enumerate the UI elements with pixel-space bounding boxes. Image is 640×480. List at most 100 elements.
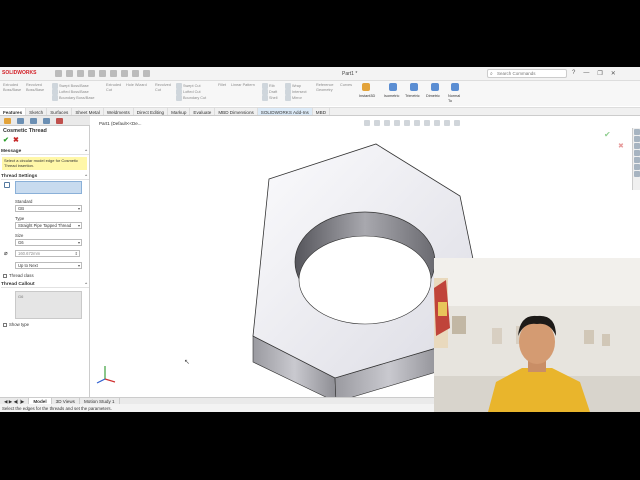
help-button[interactable]: ? — [572, 70, 575, 77]
checkbox[interactable] — [3, 273, 7, 278]
trimetric-view-button[interactable]: Trimetric — [405, 94, 420, 99]
mouse-cursor-icon: ↖ — [184, 359, 190, 366]
dimetric-view-button[interactable]: Dimetric — [426, 94, 440, 99]
document-title: Part1 * — [342, 71, 358, 77]
revolved-cut-button[interactable]: Revolved Cut — [155, 83, 171, 92]
diameter-field[interactable]: 160.672mm ⇕ — [15, 250, 80, 257]
extruded-cut-button[interactable]: Extruded Cut — [106, 83, 121, 92]
chevron-up-icon: ⌃ — [84, 282, 88, 287]
dimetric-icon — [431, 83, 439, 91]
appearances-icon[interactable] — [634, 157, 640, 163]
search-commands-input[interactable]: ⌕ Search Commands — [487, 69, 567, 78]
rebuild-icon[interactable] — [132, 70, 139, 77]
design-library-icon[interactable] — [634, 136, 640, 142]
quick-access-toolbar — [55, 70, 150, 77]
checkbox[interactable] — [3, 322, 7, 327]
select-icon[interactable] — [121, 70, 128, 77]
home-icon[interactable] — [55, 70, 62, 77]
command-manager-tabs: Features Sketch Surfaces Sheet Metal Wel… — [0, 107, 640, 116]
edge-selection-icon — [4, 182, 10, 188]
mirror-icon — [285, 95, 291, 101]
end-condition-select[interactable]: Up to Next ▾ — [15, 262, 82, 269]
window-controls: ? — ❐ ✕ — [572, 70, 616, 77]
type-select[interactable]: Straight Pipe Tapped Thread ▾ — [15, 222, 82, 229]
chevron-down-icon: ▾ — [77, 223, 80, 228]
chevron-down-icon: ▾ — [77, 263, 80, 268]
thread-callout-box[interactable]: G6 — [15, 291, 82, 319]
boundary-cut-icon — [176, 95, 182, 101]
print-icon[interactable] — [99, 70, 106, 77]
message-box: Select a circular model edge for Cosmeti… — [2, 157, 87, 170]
tab-mbd[interactable]: MBD — [313, 108, 331, 115]
swept-cut-group[interactable]: Swept Cut Lofted Cut Boundary Cut — [176, 83, 206, 101]
tab-sheet-metal[interactable]: Sheet Metal — [72, 108, 104, 115]
size-select[interactable]: G6 ▾ — [15, 239, 82, 246]
swept-lofted-group[interactable]: Swept Boss/Base Lofted Boss/Base Boundary … — [52, 83, 94, 101]
tab-solidworks-add-ins[interactable]: SOLIDWORKS Add-Ins — [257, 108, 313, 115]
task-pane-tabs — [632, 128, 640, 190]
thread-callout-header[interactable]: Thread Callout ⌃ — [1, 282, 89, 288]
hole-wizard-button[interactable]: Hole Wizard — [126, 83, 147, 88]
title-bar: SOLIDWORKS Part1 * ⌕ Search Commands ? —… — [0, 67, 640, 81]
forum-icon[interactable] — [634, 171, 640, 177]
save-icon[interactable] — [88, 70, 95, 77]
shell-icon — [262, 95, 268, 101]
open-icon[interactable] — [77, 70, 84, 77]
boundary-icon — [52, 95, 58, 101]
tab-features[interactable]: Features — [0, 108, 27, 115]
undo-icon[interactable] — [110, 70, 117, 77]
presenter-video — [434, 258, 640, 412]
custom-properties-icon[interactable] — [634, 164, 640, 170]
instant3d-button[interactable]: Instant3D — [359, 94, 375, 99]
tab-markup[interactable]: Markup — [168, 108, 191, 115]
normal-to-view-button[interactable]: Normal To — [448, 94, 462, 103]
status-text: Select the edges for the threads and set… — [2, 405, 112, 411]
tab-sketch[interactable]: Sketch — [26, 108, 48, 115]
search-placeholder: Search Commands — [497, 71, 536, 76]
display-manager-icon[interactable] — [56, 118, 63, 124]
standard-select[interactable]: GB ▾ — [15, 205, 82, 212]
feature-manager-icon[interactable] — [4, 118, 11, 124]
linear-pattern-button[interactable]: Linear Pattern — [231, 83, 255, 88]
tab-evaluate[interactable]: Evaluate — [190, 108, 216, 115]
new-icon[interactable] — [66, 70, 73, 77]
normal-to-icon — [451, 83, 459, 91]
edge-selection-box[interactable] — [15, 181, 82, 194]
features-ribbon: Extruded Boss/Base Revolved Boss/Base Swep… — [0, 81, 640, 106]
view-palette-icon[interactable] — [634, 150, 640, 156]
options-icon[interactable] — [143, 70, 150, 77]
cancel-x-icon[interactable]: ✖ — [13, 136, 19, 144]
thread-class-checkbox[interactable]: Thread class — [3, 273, 34, 278]
spin-arrows-icon[interactable]: ⇕ — [75, 251, 78, 257]
tab-weldments[interactable]: Weldments — [104, 108, 134, 115]
show-type-checkbox[interactable]: Show type — [3, 322, 29, 327]
message-section-header[interactable]: Message ⌃ — [1, 149, 89, 155]
restore-button[interactable]: ❐ — [597, 70, 602, 77]
solidworks-resources-icon[interactable] — [634, 129, 640, 135]
extruded-boss-button[interactable]: Extruded Boss/Base — [3, 83, 21, 92]
ok-check-icon[interactable]: ✔ — [3, 136, 9, 144]
rib-draft-shell-group[interactable]: Rib Draft Shell — [262, 83, 277, 101]
property-manager-icon[interactable] — [17, 118, 24, 124]
minimize-button[interactable]: — — [583, 70, 589, 77]
instant3d-icon — [362, 83, 370, 91]
thread-settings-header[interactable]: Thread Settings ⌃ — [1, 174, 89, 180]
wrap-intersect-mirror-group[interactable]: Wrap Intersect Mirror — [285, 83, 307, 101]
revolved-boss-button[interactable]: Revolved Boss/Base — [26, 83, 44, 92]
size-label: Size — [15, 233, 24, 238]
tab-surfaces[interactable]: Surfaces — [47, 108, 73, 115]
property-manager: Cosmetic Thread ✔ ✖ Message ⌃ Select a ci… — [0, 116, 90, 402]
chevron-down-icon: ▾ — [77, 240, 80, 245]
curves-button[interactable]: Curves — [340, 83, 352, 88]
file-explorer-icon[interactable] — [634, 143, 640, 149]
isometric-view-button[interactable]: Isometric — [384, 94, 399, 99]
fillet-button[interactable]: Fillet — [218, 83, 226, 88]
configuration-manager-icon[interactable] — [30, 118, 37, 124]
reference-geometry-button[interactable]: Reference Geometry — [316, 83, 334, 92]
reference-triad — [96, 366, 116, 384]
tab-direct-editing[interactable]: Direct Editing — [134, 108, 169, 115]
close-button[interactable]: ✕ — [611, 70, 616, 77]
dimxpert-manager-icon[interactable] — [43, 118, 50, 124]
property-manager-title: Cosmetic Thread — [3, 128, 47, 134]
tab-mbd-dimensions[interactable]: MBD Dimensions — [215, 108, 258, 115]
